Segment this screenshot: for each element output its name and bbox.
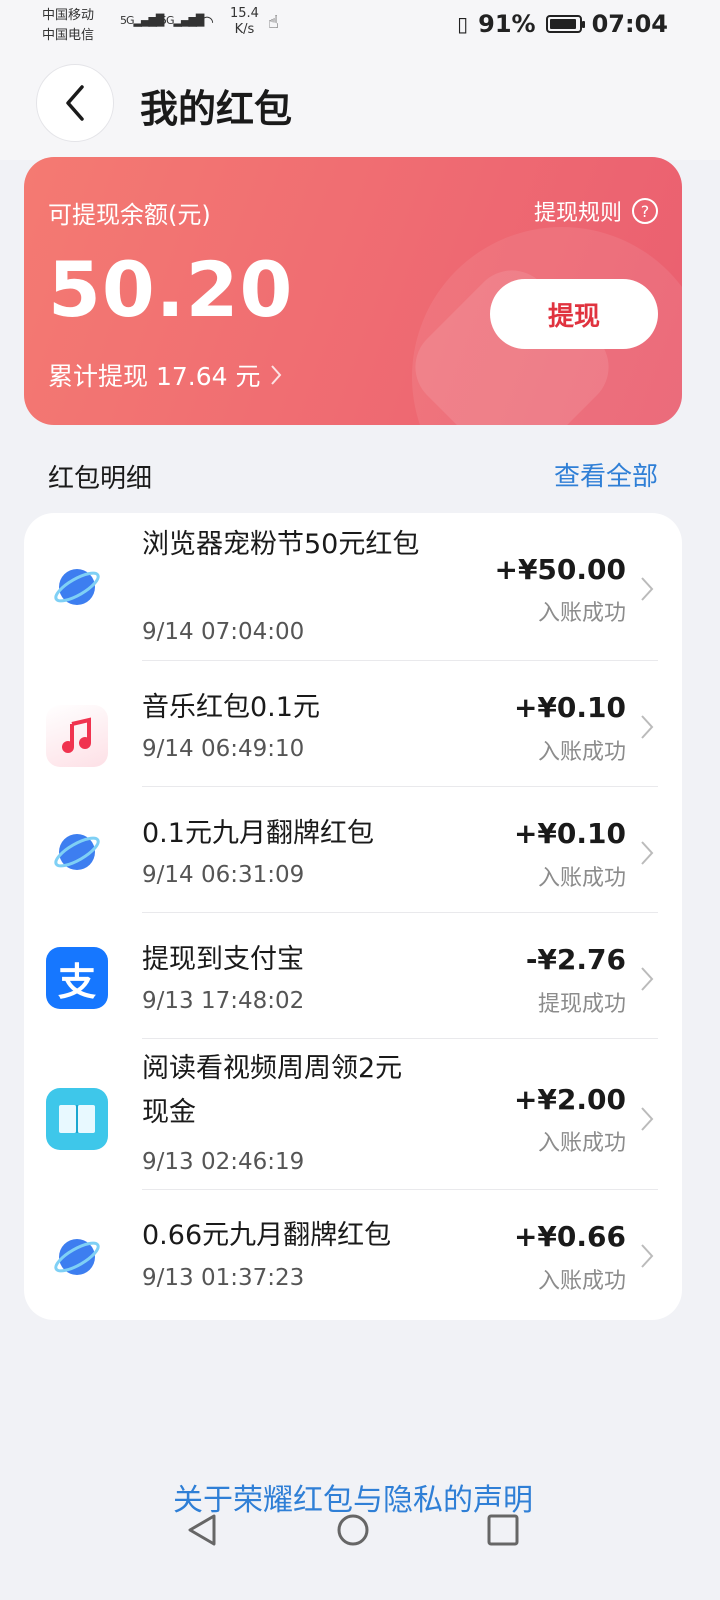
alipay-icon: 支 <box>46 947 108 1009</box>
transaction-list: 浏览器宠粉节50元红包 9/14 07:04:00 +¥50.00 入账成功 音… <box>24 513 682 1320</box>
transaction-title: 0.66元九月翻牌红包 <box>142 1220 392 1251</box>
vibrate-icon: ▯ <box>457 12 469 36</box>
chevron-right-icon <box>641 1244 654 1268</box>
transaction-status: 提现成功 <box>537 992 626 1017</box>
transaction-status: 入账成功 <box>537 740 626 765</box>
header: 我的红包 <box>0 50 720 160</box>
clock: 07:04 <box>591 10 668 38</box>
music-note-icon <box>46 705 108 767</box>
withdraw-rules-label: 提现规则 <box>533 201 622 226</box>
transaction-time: 9/14 06:31:09 <box>142 862 305 888</box>
transaction-amount: +¥0.10 <box>513 817 626 850</box>
back-arrow-icon <box>66 85 84 121</box>
chevron-right-icon <box>641 841 654 865</box>
carrier-1: 中国移动 <box>42 8 95 23</box>
transaction-title: 提现到支付宝 <box>142 944 304 975</box>
battery-percent: 91% <box>478 10 536 38</box>
system-nav-bar <box>0 1500 720 1560</box>
transaction-time: 9/13 02:46:19 <box>142 1149 305 1175</box>
transaction-row[interactable]: 浏览器宠粉节50元红包 9/14 07:04:00 +¥50.00 入账成功 <box>24 513 682 660</box>
nav-home-icon[interactable] <box>333 1510 373 1550</box>
browser-planet-icon <box>46 821 108 883</box>
transaction-status: 入账成功 <box>537 1131 626 1156</box>
book-icon <box>46 1088 108 1150</box>
transaction-row[interactable]: 音乐红包0.1元 9/14 06:49:10 +¥0.10 入账成功 <box>24 661 682 786</box>
detail-section-title: 红包明细 <box>48 464 153 494</box>
chevron-right-icon <box>641 1107 654 1131</box>
signal-icon-2: 5G▂▄▆█ <box>160 14 204 27</box>
balance-card: 可提现余额(元) 50.20 累计提现 17.64 元 提现规则 ? 提现 <box>24 157 682 425</box>
total-withdraw-link[interactable]: 累计提现 17.64 元 <box>48 357 282 393</box>
transaction-title: 0.1元九月翻牌红包 <box>142 818 374 849</box>
carrier-info: 中国移动 中国电信 <box>42 6 94 46</box>
transaction-title: 浏览器宠粉节50元红包 <box>142 529 420 560</box>
transaction-row[interactable]: 0.1元九月翻牌红包 9/14 06:31:09 +¥0.10 入账成功 <box>24 787 682 912</box>
nav-back-icon[interactable] <box>182 1510 222 1550</box>
network-speed-unit: K/s <box>234 22 255 37</box>
transaction-row[interactable]: 支 提现到支付宝 9/13 17:48:02 -¥2.76 提现成功 <box>24 913 682 1038</box>
touch-hand-icon: ☝ <box>268 12 279 33</box>
chevron-right-icon <box>641 715 654 739</box>
back-button[interactable] <box>36 64 114 142</box>
transaction-title: 阅读看视频周周领2元现金 <box>142 1053 403 1128</box>
status-bar: 中国移动 中国电信 5G▂▄▆█ 5G▂▄▆█ ◠ 15.4 K/s ☝ ▯ 9… <box>0 0 720 50</box>
total-withdraw-text: 累计提现 17.64 元 <box>48 362 261 391</box>
page-title: 我的红包 <box>140 87 293 131</box>
transaction-status: 入账成功 <box>537 601 626 626</box>
balance-label: 可提现余额(元) <box>48 201 211 229</box>
transaction-time: 9/13 17:48:02 <box>142 988 305 1014</box>
transaction-amount: +¥0.10 <box>513 691 626 724</box>
transaction-amount: +¥0.66 <box>513 1220 626 1253</box>
network-speed: 15.4 K/s <box>230 6 259 38</box>
chevron-right-icon <box>641 967 654 991</box>
question-icon: ? <box>632 198 658 224</box>
view-all-link[interactable]: 查看全部 <box>554 456 658 493</box>
transaction-amount: +¥2.00 <box>513 1083 626 1116</box>
transaction-time: 9/13 01:37:23 <box>142 1265 305 1291</box>
wifi-icon: ◠ <box>200 12 214 31</box>
transaction-title: 音乐红包0.1元 <box>142 692 320 723</box>
balance-amount: 50.20 <box>48 245 294 334</box>
carrier-2: 中国电信 <box>42 28 95 43</box>
battery-icon <box>545 15 585 33</box>
transaction-time: 9/14 06:49:10 <box>142 736 305 762</box>
transaction-row[interactable]: 0.66元九月翻牌红包 9/13 01:37:23 +¥0.66 入账成功 <box>24 1190 682 1320</box>
withdraw-rules-link[interactable]: 提现规则 ? <box>534 195 658 227</box>
nav-recents-icon[interactable] <box>483 1510 523 1550</box>
transaction-amount: -¥2.76 <box>525 943 626 976</box>
withdraw-button[interactable]: 提现 <box>490 279 658 349</box>
transaction-time: 9/14 07:04:00 <box>142 619 305 645</box>
browser-planet-icon <box>46 1226 108 1288</box>
browser-planet-icon <box>46 556 108 618</box>
signal-icon: 5G▂▄▆█ <box>120 14 164 27</box>
status-right: ▯ 91% 07:04 <box>457 10 668 38</box>
chevron-right-icon <box>641 577 654 601</box>
network-speed-value: 15.4 <box>230 6 259 21</box>
transaction-row[interactable]: 阅读看视频周周领2元现金 9/13 02:46:19 +¥2.00 入账成功 <box>24 1039 682 1189</box>
transaction-status: 入账成功 <box>537 1269 626 1294</box>
transaction-status: 入账成功 <box>537 866 626 891</box>
chevron-right-icon <box>271 365 282 385</box>
transaction-amount: +¥50.00 <box>494 553 626 586</box>
